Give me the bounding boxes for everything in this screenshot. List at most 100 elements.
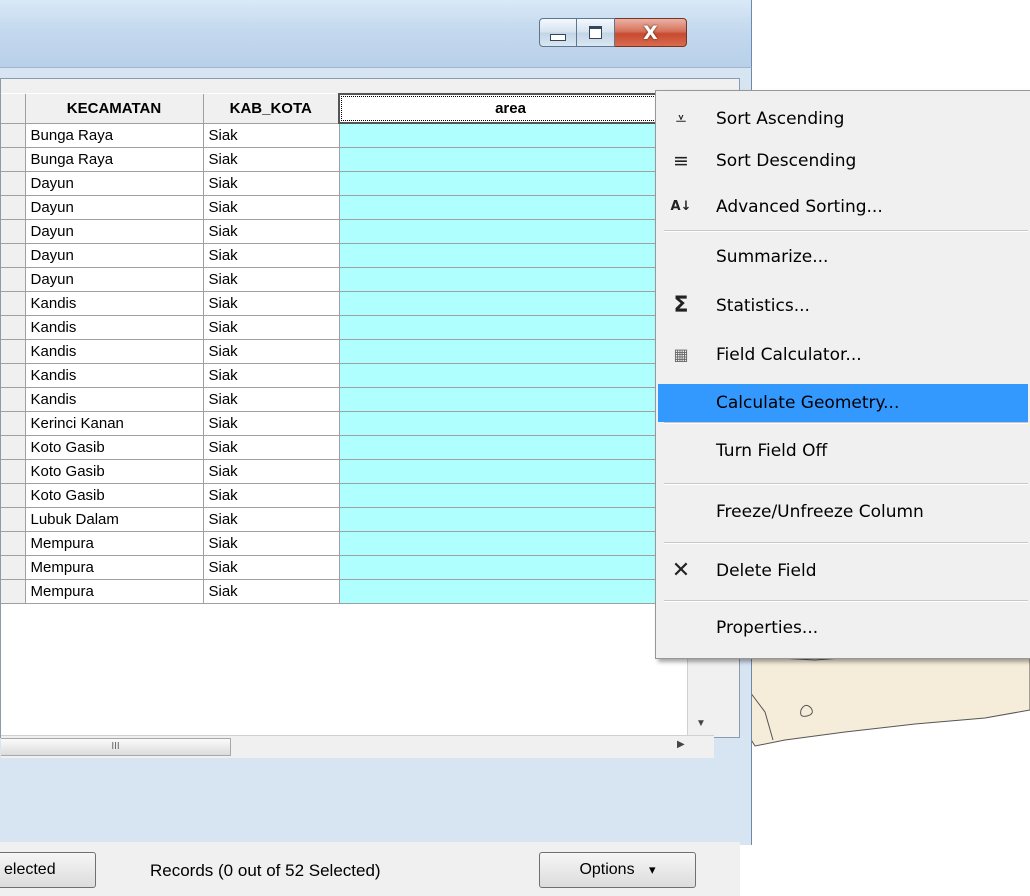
table-row[interactable]: Bunga Raya Siak xyxy=(1,123,683,148)
table-row[interactable]: Dayun Siak xyxy=(1,243,683,268)
table-row[interactable]: Koto Gasib Siak xyxy=(1,435,683,460)
table-row[interactable]: Kerinci Kanan Siak xyxy=(1,411,683,436)
table-row[interactable]: Bunga Raya Siak xyxy=(1,147,683,172)
scroll-down-icon[interactable]: ▼ xyxy=(696,718,706,729)
kecamatan-cell[interactable]: Koto Gasib xyxy=(25,435,204,460)
kecamatan-cell[interactable]: Koto Gasib xyxy=(25,459,204,484)
table-row[interactable]: Kandis Siak xyxy=(1,315,683,340)
kecamatan-cell[interactable]: Lubuk Dalam xyxy=(25,507,204,532)
kab-kota-cell[interactable]: Siak xyxy=(203,123,340,148)
row-selector-cell[interactable] xyxy=(1,483,26,508)
kecamatan-cell[interactable]: Kandis xyxy=(25,363,204,388)
row-selector-cell[interactable] xyxy=(1,339,26,364)
table-row[interactable]: Lubuk Dalam Siak xyxy=(1,507,683,532)
kab-kota-cell[interactable]: Siak xyxy=(203,291,340,316)
table-row[interactable]: Dayun Siak xyxy=(1,171,683,196)
column-header-kab-kota[interactable]: KAB_KOTA xyxy=(203,94,340,124)
menu-item-statistics[interactable]: Σ Statistics... xyxy=(658,287,1028,325)
row-selector-cell[interactable] xyxy=(1,435,26,460)
horizontal-scrollbar[interactable]: III ▶ xyxy=(1,735,714,758)
kecamatan-cell[interactable]: Mempura xyxy=(25,531,204,556)
table-row[interactable]: Koto Gasib Siak xyxy=(1,459,683,484)
kecamatan-cell[interactable]: Kandis xyxy=(25,315,204,340)
kab-kota-cell[interactable]: Siak xyxy=(203,435,340,460)
menu-item-sort-descending[interactable]: ≡ Sort Descending xyxy=(658,142,1028,180)
area-cell[interactable] xyxy=(339,195,683,220)
kecamatan-cell[interactable]: Mempura xyxy=(25,579,204,604)
kecamatan-cell[interactable]: Dayun xyxy=(25,267,204,292)
kab-kota-cell[interactable]: Siak xyxy=(203,483,340,508)
row-selector-cell[interactable] xyxy=(1,531,26,556)
row-selector-cell[interactable] xyxy=(1,171,26,196)
row-selector-cell[interactable] xyxy=(1,315,26,340)
area-cell[interactable] xyxy=(339,243,683,268)
area-cell[interactable] xyxy=(339,435,683,460)
row-selector-cell[interactable] xyxy=(1,579,26,604)
menu-item-sort-ascending[interactable]: ⩡ Sort Ascending xyxy=(658,100,1028,138)
kab-kota-cell[interactable]: Siak xyxy=(203,195,340,220)
area-cell[interactable]: 0 xyxy=(339,555,683,580)
row-selector-cell[interactable] xyxy=(1,363,26,388)
table-row[interactable]: MempuraSiak0 xyxy=(1,531,683,556)
menu-item-advanced-sorting[interactable]: A↓ Advanced Sorting... xyxy=(658,188,1028,226)
menu-item-field-calculator[interactable]: ▦ Field Calculator... xyxy=(658,336,1028,374)
menu-item-properties[interactable]: Properties... xyxy=(658,609,1028,647)
row-selector-header[interactable] xyxy=(1,94,26,124)
column-header-kecamatan[interactable]: KECAMATAN xyxy=(25,94,204,124)
table-row[interactable]: Kandis Siak xyxy=(1,387,683,412)
kab-kota-cell[interactable]: Siak xyxy=(203,147,340,172)
area-cell[interactable] xyxy=(339,387,683,412)
area-cell[interactable] xyxy=(339,219,683,244)
kecamatan-cell[interactable]: Dayun xyxy=(25,171,204,196)
kab-kota-cell[interactable]: Siak xyxy=(203,171,340,196)
kab-kota-cell[interactable]: Siak xyxy=(203,507,340,532)
row-selector-cell[interactable] xyxy=(1,555,26,580)
kecamatan-cell[interactable]: Bunga Raya xyxy=(25,147,204,172)
kecamatan-cell[interactable]: Dayun xyxy=(25,195,204,220)
area-cell[interactable]: 0 xyxy=(339,579,683,604)
options-button[interactable]: Options ▾ xyxy=(539,852,696,888)
kab-kota-cell[interactable]: Siak xyxy=(203,387,340,412)
kab-kota-cell[interactable]: Siak xyxy=(203,579,340,604)
table-row[interactable]: Dayun Siak xyxy=(1,219,683,244)
menu-item-freeze-unfreeze-column[interactable]: Freeze/Unfreeze Column xyxy=(658,493,1028,531)
table-row[interactable]: Dayun Siak xyxy=(1,195,683,220)
row-selector-cell[interactable] xyxy=(1,291,26,316)
area-cell[interactable] xyxy=(339,339,683,364)
table-row[interactable]: MempuraSiak0 xyxy=(1,555,683,580)
kab-kota-cell[interactable]: Siak xyxy=(203,339,340,364)
kab-kota-cell[interactable]: Siak xyxy=(203,219,340,244)
menu-item-summarize[interactable]: Summarize... xyxy=(658,238,1028,276)
row-selector-cell[interactable] xyxy=(1,459,26,484)
kecamatan-cell[interactable]: Kandis xyxy=(25,291,204,316)
kecamatan-cell[interactable]: Kandis xyxy=(25,339,204,364)
column-header-area[interactable]: area xyxy=(338,93,683,124)
maximize-button[interactable] xyxy=(577,18,615,47)
table-row[interactable]: Koto Gasib Siak xyxy=(1,483,683,508)
area-cell[interactable] xyxy=(339,291,683,316)
kab-kota-cell[interactable]: Siak xyxy=(203,411,340,436)
area-cell[interactable]: 0 xyxy=(339,531,683,556)
row-selector-cell[interactable] xyxy=(1,411,26,436)
kecamatan-cell[interactable]: Mempura xyxy=(25,555,204,580)
kab-kota-cell[interactable]: Siak xyxy=(203,243,340,268)
kecamatan-cell[interactable]: Dayun xyxy=(25,219,204,244)
area-cell[interactable] xyxy=(339,507,683,532)
row-selector-cell[interactable] xyxy=(1,123,26,148)
row-selector-cell[interactable] xyxy=(1,243,26,268)
area-cell[interactable] xyxy=(339,171,683,196)
row-selector-cell[interactable] xyxy=(1,219,26,244)
menu-item-turn-field-off[interactable]: Turn Field Off xyxy=(658,432,1028,470)
horizontal-scroll-thumb[interactable]: III xyxy=(1,738,231,756)
area-cell[interactable] xyxy=(339,459,683,484)
table-row[interactable]: Kandis Siak xyxy=(1,363,683,388)
area-cell[interactable] xyxy=(339,411,683,436)
area-cell[interactable] xyxy=(339,123,683,148)
kecamatan-cell[interactable]: Dayun xyxy=(25,243,204,268)
kab-kota-cell[interactable]: Siak xyxy=(203,267,340,292)
kab-kota-cell[interactable]: Siak xyxy=(203,555,340,580)
table-row[interactable]: Dayun Siak xyxy=(1,267,683,292)
row-selector-cell[interactable] xyxy=(1,507,26,532)
row-selector-cell[interactable] xyxy=(1,147,26,172)
row-selector-cell[interactable] xyxy=(1,267,26,292)
